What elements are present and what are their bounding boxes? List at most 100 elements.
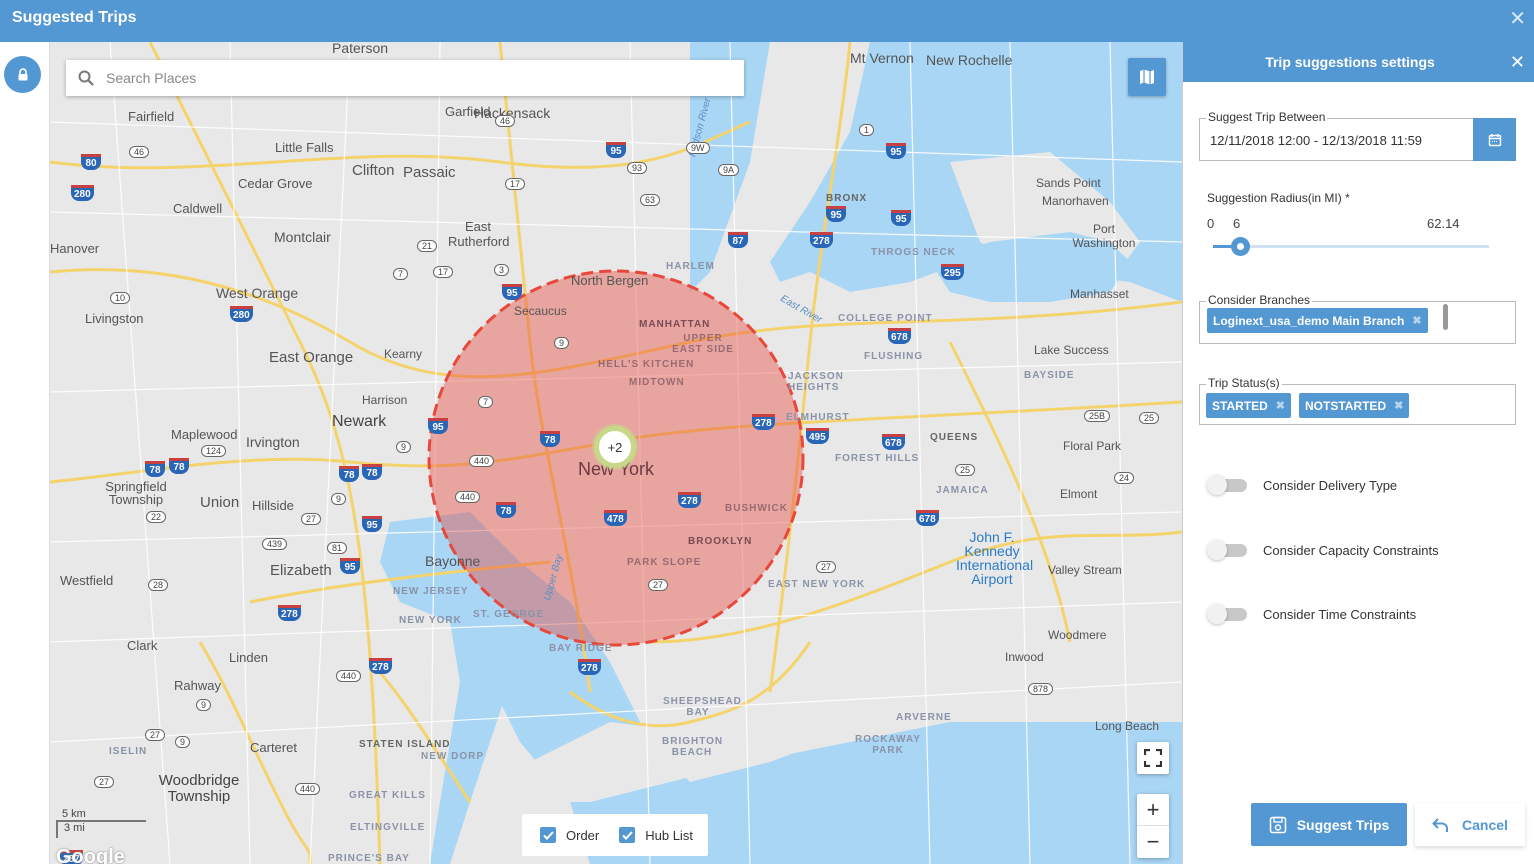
date-range-value[interactable]: 12/11/2018 12:00 - 12/13/2018 11:59 [1210, 133, 1422, 148]
fullscreen-icon [1144, 749, 1162, 767]
trip-status-field[interactable]: Trip Status(s) STARTED ✖ NOTSTARTED ✖ [1199, 376, 1516, 425]
highway-shield: 278 [578, 659, 601, 675]
route-marker: 440 [336, 670, 362, 682]
highway-shield: 678 [882, 434, 905, 450]
close-window-button[interactable]: ✕ [1509, 9, 1526, 29]
hub-list-checkbox[interactable] [619, 827, 636, 843]
trip-settings-panel: Trip suggestions settings ✕ Suggest Trip… [1182, 42, 1534, 864]
route-marker: 28 [148, 579, 169, 591]
branches-field[interactable]: Consider Branches Loginext_usa_demo Main… [1199, 293, 1516, 344]
highway-shield: 87 [728, 232, 748, 248]
highway-shield: 278 [278, 605, 301, 621]
scale-mi: 3 mi [56, 822, 146, 838]
highway-shield: 95 [606, 142, 626, 158]
zoom-out-button[interactable]: − [1137, 826, 1169, 858]
check-icon [542, 830, 554, 840]
toggle-switch[interactable] [1207, 603, 1249, 625]
save-icon [1269, 816, 1286, 833]
radius-max: 62.14 [1427, 216, 1460, 231]
highway-shield: 95 [891, 210, 911, 226]
highway-shield: 278 [810, 232, 833, 248]
route-marker: 9 [196, 699, 212, 711]
order-checkbox[interactable] [540, 827, 556, 843]
date-range-label: Suggest Trip Between [1206, 110, 1328, 124]
highway-shield: 280 [230, 306, 253, 322]
route-marker: 17 [433, 266, 454, 278]
highway-shield: 495 [806, 428, 829, 444]
route-marker: 25 [955, 464, 976, 476]
route-marker: 17 [505, 178, 526, 190]
lock-button[interactable] [4, 56, 41, 93]
status-chip: NOTSTARTED ✖ [1299, 393, 1410, 418]
highway-shield: 95 [886, 143, 906, 159]
route-marker: 9 [554, 337, 570, 349]
close-panel-button[interactable]: ✕ [1510, 53, 1525, 71]
date-range-field[interactable]: Suggest Trip Between 12/11/2018 12:00 - … [1199, 110, 1516, 161]
legend-order-toggle[interactable]: Order [540, 827, 599, 843]
remove-chip-icon[interactable]: ✖ [1412, 314, 1421, 327]
branches-scrollbar[interactable] [1443, 304, 1448, 330]
zoom-in-button[interactable]: + [1137, 794, 1169, 826]
search-icon [78, 70, 94, 86]
remove-chip-icon[interactable]: ✖ [1276, 399, 1285, 412]
route-marker: 440 [295, 783, 321, 795]
legend-hub-list-toggle[interactable]: Hub List [619, 827, 693, 843]
cancel-button[interactable]: Cancel [1415, 803, 1525, 846]
route-marker: 25B [1084, 410, 1111, 422]
status-chip-label: NOTSTARTED [1305, 398, 1387, 413]
highway-shield: 78 [145, 461, 165, 477]
route-marker: 93 [627, 162, 648, 174]
remove-chip-icon[interactable]: ✖ [1394, 399, 1403, 412]
route-marker: 9W [686, 142, 710, 154]
route-marker: 10 [110, 292, 131, 304]
radius-slider[interactable] [1213, 237, 1489, 256]
suggest-trips-label: Suggest Trips [1296, 816, 1390, 833]
map-view[interactable]: Paterson Mt Vernon New Rochelle Fairfiel… [50, 42, 1182, 864]
radius-min: 0 [1207, 216, 1215, 231]
map-scale: 5 km 3 mi [56, 808, 146, 838]
left-rail [0, 42, 50, 864]
route-marker: 27 [648, 579, 669, 591]
title-bar: Suggested Trips ✕ [0, 0, 1534, 42]
route-marker: 25 [1139, 412, 1160, 424]
radius-label: Suggestion Radius(in MI) * [1207, 191, 1350, 205]
toggle-switch[interactable] [1207, 539, 1249, 561]
map-type-button[interactable] [1128, 58, 1166, 96]
route-marker: 27 [816, 561, 837, 573]
route-marker: 46 [129, 146, 150, 158]
search-places-box[interactable] [66, 60, 744, 96]
branch-chip: Loginext_usa_demo Main Branch ✖ [1207, 308, 1428, 333]
undo-icon [1432, 817, 1449, 832]
legend-hub-list-label: Hub List [645, 827, 693, 843]
panel-title: Trip suggestions settings [1265, 54, 1435, 70]
route-marker: 7 [478, 396, 494, 408]
highway-shield: 78 [540, 431, 560, 447]
fullscreen-button[interactable] [1137, 742, 1169, 774]
highway-shield: 80 [81, 154, 101, 170]
route-marker: 9 [396, 441, 412, 453]
toggle-time-constraints[interactable]: Consider Time Constraints [1207, 603, 1416, 625]
radius-slider-thumb[interactable] [1231, 237, 1250, 256]
toggle-label: Consider Capacity Constraints [1263, 542, 1439, 558]
suggest-trips-button[interactable]: Suggest Trips [1251, 803, 1407, 846]
highway-shield: 95 [826, 206, 846, 222]
status-chip: STARTED ✖ [1206, 393, 1291, 418]
marker-cluster[interactable]: +2 [594, 426, 636, 468]
toggle-capacity-constraints[interactable]: Consider Capacity Constraints [1207, 539, 1439, 561]
branches-label: Consider Branches [1206, 293, 1313, 307]
highway-shield: 678 [916, 510, 939, 526]
check-icon [622, 830, 633, 840]
search-places-input[interactable] [106, 70, 706, 86]
highway-shield: 95 [502, 284, 522, 300]
highway-shield: 78 [339, 466, 359, 482]
highway-shield: 95 [362, 516, 382, 532]
route-marker: 7 [393, 268, 409, 280]
cancel-label: Cancel [1462, 816, 1508, 833]
highway-shield: 280 [71, 185, 94, 201]
route-marker: 440 [455, 491, 481, 503]
toggle-switch[interactable] [1207, 474, 1249, 496]
toggle-delivery-type[interactable]: Consider Delivery Type [1207, 474, 1397, 496]
calendar-button[interactable] [1473, 118, 1516, 161]
route-marker: 9A [718, 164, 740, 176]
scale-km: 5 km [56, 808, 146, 822]
